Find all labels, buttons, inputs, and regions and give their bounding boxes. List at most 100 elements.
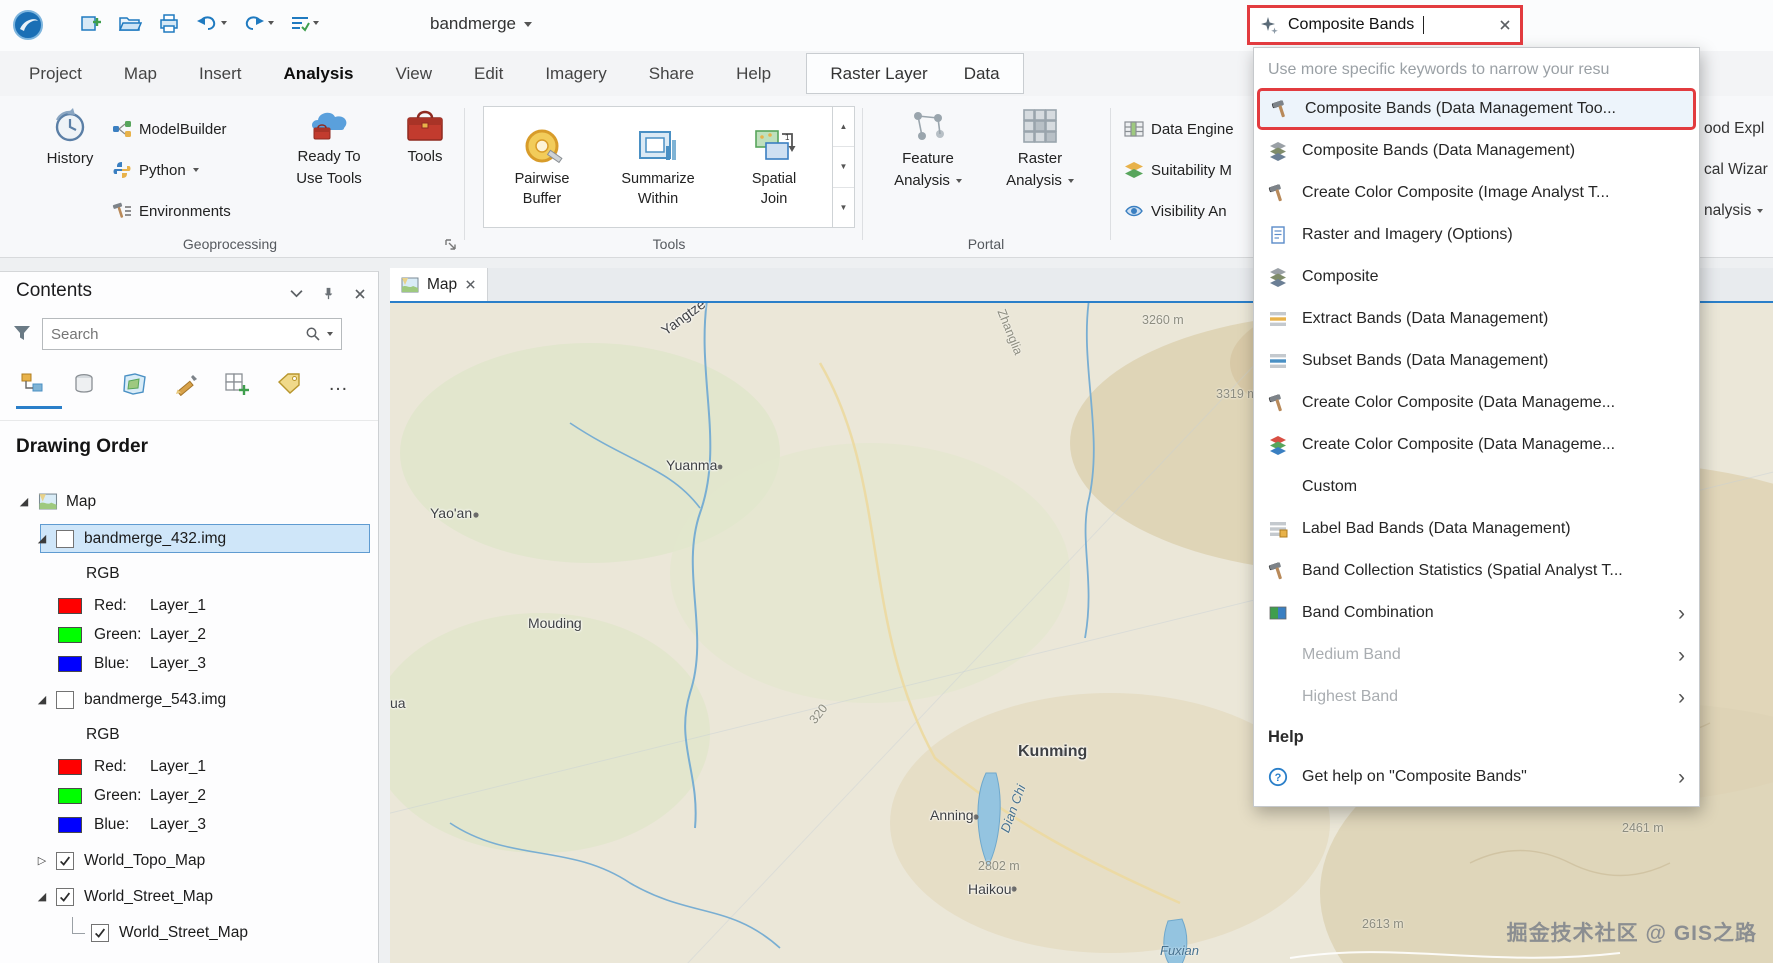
panel-pin-button[interactable] xyxy=(321,286,336,301)
result-raster-imagery-options[interactable]: Raster and Imagery (Options) xyxy=(1254,214,1699,256)
contents-search-caret[interactable] xyxy=(327,332,333,336)
ready-to-use-tools-button[interactable]: Ready To Use Tools xyxy=(284,104,374,188)
open-project-button[interactable] xyxy=(118,12,142,34)
customize-dropdown-caret[interactable] xyxy=(313,21,319,25)
result-highest-band[interactable]: Highest Band › xyxy=(1254,676,1699,718)
search-clear-button[interactable] xyxy=(1499,19,1511,31)
band-row-green[interactable]: Green: Layer_2 xyxy=(0,619,378,650)
layer-row-world-topo-map[interactable]: ▷ World_Topo_Map xyxy=(0,845,378,876)
result-band-combination[interactable]: Band Combination › xyxy=(1254,592,1699,634)
result-create-color-composite-dm[interactable]: Create Color Composite (Data Manageme... xyxy=(1254,424,1699,466)
green-swatch[interactable] xyxy=(58,787,82,804)
customize-quick-access-button[interactable] xyxy=(290,14,319,32)
list-by-data-source-button[interactable] xyxy=(72,372,96,396)
tab-insert[interactable]: Insert xyxy=(178,64,263,96)
pairwise-buffer-tool[interactable]: Pairwise Buffer xyxy=(484,107,600,227)
layer-row-world-street-map[interactable]: ◢ World_Street_Map xyxy=(0,881,378,912)
get-help-item[interactable]: Get help on "Composite Bands" › xyxy=(1254,756,1699,798)
tab-data[interactable]: Data xyxy=(964,64,1000,84)
map-tab-close-button[interactable] xyxy=(465,279,476,290)
gallery-expand-button[interactable]: ▼ xyxy=(833,188,854,227)
expander-icon[interactable]: ◢ xyxy=(34,890,50,903)
result-composite[interactable]: Composite xyxy=(1254,256,1699,298)
tab-help[interactable]: Help xyxy=(715,64,792,96)
panel-collapse-button[interactable] xyxy=(290,289,303,298)
list-by-labeling-button[interactable] xyxy=(276,372,302,396)
panel-close-button[interactable] xyxy=(354,288,366,300)
visibility-analysis-button[interactable]: Visibility An xyxy=(1124,198,1227,224)
result-composite-bands[interactable]: Composite Bands (Data Management) xyxy=(1254,130,1699,172)
list-by-drawing-order-button[interactable] xyxy=(20,372,46,396)
tab-map[interactable]: Map xyxy=(103,64,178,96)
band-row-blue[interactable]: Blue: Layer_3 xyxy=(0,648,378,679)
new-project-button[interactable] xyxy=(80,12,102,34)
band-row-blue[interactable]: Blue: Layer_3 xyxy=(0,809,378,840)
filter-icon[interactable] xyxy=(12,324,32,342)
result-medium-band[interactable]: Medium Band › xyxy=(1254,634,1699,676)
history-button[interactable]: History xyxy=(34,106,106,168)
layer-row-map[interactable]: ◢ Map xyxy=(0,486,378,517)
expander-icon[interactable]: ◢ xyxy=(34,693,50,706)
tab-raster-layer[interactable]: Raster Layer xyxy=(830,64,927,84)
more-options-button[interactable]: … xyxy=(328,374,348,394)
list-by-selection-button[interactable] xyxy=(122,372,148,396)
expander-collapsed-icon[interactable]: ▷ xyxy=(34,854,50,867)
expander-icon[interactable]: ◢ xyxy=(34,532,50,545)
redo-button[interactable] xyxy=(243,13,274,33)
layer-row-bandmerge-543[interactable]: ◢ bandmerge_543.img xyxy=(0,684,378,715)
python-button[interactable]: Python xyxy=(112,157,199,183)
result-extract-bands[interactable]: Extract Bands (Data Management) xyxy=(1254,298,1699,340)
result-custom[interactable]: Custom xyxy=(1254,466,1699,508)
result-label-bad-bands[interactable]: Label Bad Bands (Data Management) xyxy=(1254,508,1699,550)
map-view-tab[interactable]: Map xyxy=(390,268,489,301)
tab-edit[interactable]: Edit xyxy=(453,64,524,96)
environments-button[interactable]: Environments xyxy=(112,198,231,224)
redo-dropdown-caret[interactable] xyxy=(268,21,274,25)
summarize-within-tool[interactable]: Summarize Within xyxy=(600,107,716,227)
red-swatch[interactable] xyxy=(58,597,82,614)
suitability-modeler-button[interactable]: Suitability M xyxy=(1124,157,1232,183)
layer-row-bandmerge-432[interactable]: ◢ bandmerge_432.img xyxy=(0,523,378,554)
result-composite-bands-tool[interactable]: Composite Bands (Data Management Too... xyxy=(1257,88,1696,130)
gallery-scroll-down-button[interactable]: ▼ xyxy=(833,147,854,188)
gallery-scroll-up-button[interactable]: ▲ xyxy=(833,107,854,148)
data-engineering-button[interactable]: Data Engine xyxy=(1124,116,1234,142)
green-swatch[interactable] xyxy=(58,626,82,643)
checkbox-unchecked[interactable] xyxy=(56,690,74,709)
tab-imagery[interactable]: Imagery xyxy=(524,64,627,96)
checkbox-checked[interactable] xyxy=(91,923,109,942)
expander-icon[interactable]: ◢ xyxy=(16,495,32,508)
project-title[interactable]: bandmerge xyxy=(430,14,533,34)
band-row-red[interactable]: Red: Layer_1 xyxy=(0,590,378,621)
tools-button[interactable]: Tools xyxy=(394,106,456,166)
tab-share[interactable]: Share xyxy=(628,64,715,96)
save-project-button[interactable] xyxy=(158,12,180,34)
undo-dropdown-caret[interactable] xyxy=(221,21,227,25)
checkbox-checked[interactable] xyxy=(56,887,74,906)
command-search-box[interactable]: Composite Bands xyxy=(1247,5,1523,45)
red-swatch[interactable] xyxy=(58,758,82,775)
undo-button[interactable] xyxy=(196,13,227,33)
result-subset-bands[interactable]: Subset Bands (Data Management) xyxy=(1254,340,1699,382)
list-by-snapping-button[interactable] xyxy=(224,372,250,396)
band-row-green[interactable]: Green: Layer_2 xyxy=(0,780,378,811)
raster-analysis-button[interactable]: Raster Analysis xyxy=(988,106,1092,190)
spatial-join-tool[interactable]: 1 Spatial Join xyxy=(716,107,832,227)
checkbox-checked[interactable] xyxy=(56,851,74,870)
result-band-collection-statistics[interactable]: Band Collection Statistics (Spatial Anal… xyxy=(1254,550,1699,592)
tab-view[interactable]: View xyxy=(374,64,453,96)
tab-project[interactable]: Project xyxy=(8,64,103,96)
modelbuilder-button[interactable]: ModelBuilder xyxy=(112,116,227,142)
checkbox-unchecked[interactable] xyxy=(56,529,74,548)
result-create-color-composite-dm-tool[interactable]: Create Color Composite (Data Manageme... xyxy=(1254,382,1699,424)
result-create-color-composite-image-analyst[interactable]: Create Color Composite (Image Analyst T.… xyxy=(1254,172,1699,214)
tab-analysis[interactable]: Analysis xyxy=(263,64,375,96)
list-by-editing-button[interactable] xyxy=(174,372,198,396)
contents-search-input[interactable] xyxy=(51,325,299,343)
blue-swatch[interactable] xyxy=(58,816,82,833)
contents-search-icon[interactable] xyxy=(305,326,321,342)
feature-analysis-button[interactable]: Feature Analysis xyxy=(876,106,980,190)
blue-swatch[interactable] xyxy=(58,655,82,672)
band-row-red[interactable]: Red: Layer_1 xyxy=(0,751,378,782)
layer-row-world-street-map-child[interactable]: World_Street_Map xyxy=(0,917,378,948)
